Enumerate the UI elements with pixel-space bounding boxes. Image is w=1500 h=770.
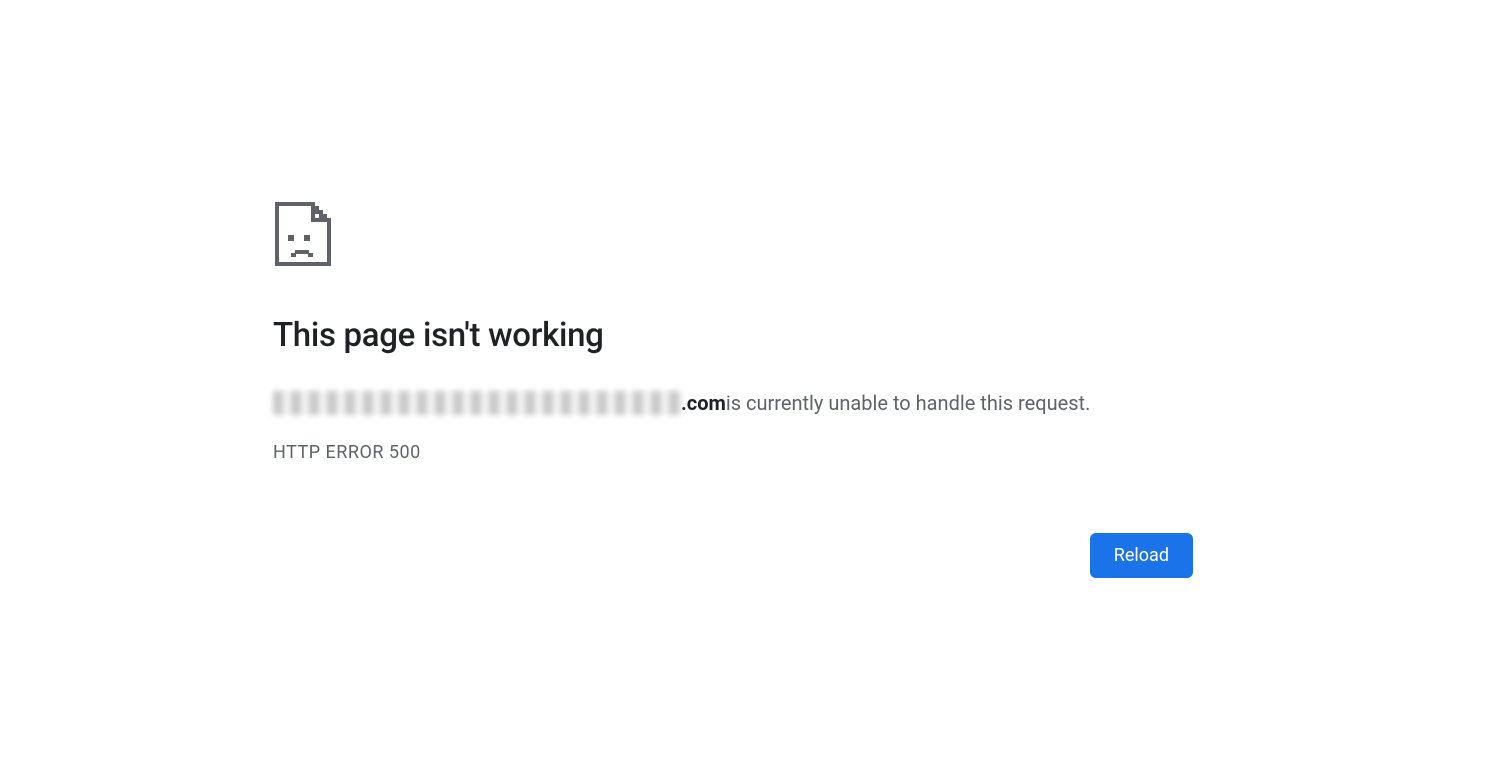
button-row: Reload	[273, 533, 1193, 578]
reload-button[interactable]: Reload	[1090, 533, 1193, 578]
error-page: This page isn't working .com is currentl…	[273, 200, 1193, 578]
sad-page-icon	[273, 200, 1193, 268]
error-heading: This page isn't working	[273, 316, 1193, 356]
error-message: .com is currently unable to handle this …	[273, 388, 1193, 418]
domain-suffix: .com	[681, 388, 726, 418]
error-message-rest: is currently unable to handle this reque…	[726, 388, 1091, 418]
error-code: HTTP ERROR 500	[273, 442, 1193, 463]
redacted-hostname	[273, 391, 683, 415]
